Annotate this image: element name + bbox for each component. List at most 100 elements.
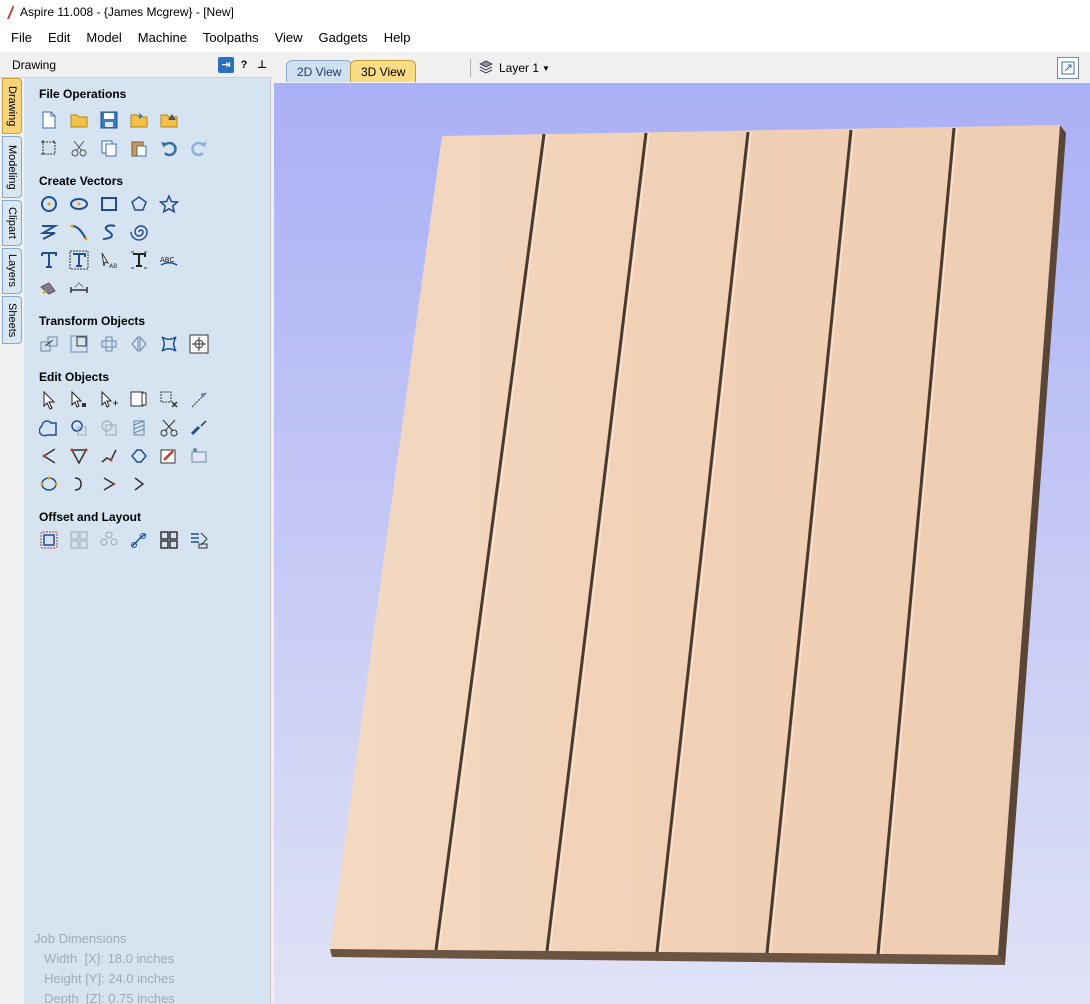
drawing-panel: File Operations Create Vectors AB ABC Tr…	[24, 78, 270, 1004]
undo-icon[interactable]	[158, 137, 180, 159]
layer-dropdown[interactable]: Layer 1 ▼	[470, 57, 550, 79]
select-icon[interactable]	[38, 389, 60, 411]
curve-fit-icon[interactable]	[38, 473, 60, 495]
copy-along-vectors-icon[interactable]	[128, 529, 150, 551]
offset-layout-row	[38, 529, 218, 551]
tab-drawing[interactable]: Drawing	[2, 78, 22, 134]
draw-ellipse-icon[interactable]	[68, 193, 90, 215]
section-file-operations: File Operations	[39, 87, 127, 101]
bracket-close-icon[interactable]	[68, 473, 90, 495]
copy-icon[interactable]	[98, 137, 120, 159]
weld-icon[interactable]	[38, 417, 60, 439]
align-icon[interactable]	[98, 333, 120, 355]
delete-vector-icon[interactable]	[158, 389, 180, 411]
join-vectors-icon[interactable]	[98, 445, 120, 467]
import-vectors-icon[interactable]	[128, 109, 150, 131]
draw-text-icon[interactable]	[38, 249, 60, 271]
overlap-icon[interactable]	[128, 417, 150, 439]
node-edit-icon[interactable]	[68, 389, 90, 411]
move-icon[interactable]	[38, 333, 60, 355]
job-width: Width [X]: 18.0 inches	[44, 951, 175, 966]
step-close-icon[interactable]	[128, 473, 150, 495]
menu-model[interactable]: Model	[78, 24, 129, 52]
board-3d-render	[330, 125, 1066, 965]
tab-clipart-label: Clipart	[6, 207, 18, 239]
nest-parts-icon[interactable]	[188, 529, 210, 551]
transform-mode-icon[interactable]	[98, 389, 120, 411]
job-height: Height [Y]: 24.0 inches	[44, 971, 175, 986]
cut-icon[interactable]	[68, 137, 90, 159]
draw-star-icon[interactable]	[158, 193, 180, 215]
angle-close-icon[interactable]	[98, 473, 120, 495]
section-create-vectors: Create Vectors	[39, 174, 124, 188]
save-file-icon[interactable]	[98, 109, 120, 131]
text-arc-icon[interactable]: ABC	[158, 249, 180, 271]
draw-spline-icon[interactable]	[98, 221, 120, 243]
menu-machine[interactable]: Machine	[130, 24, 195, 52]
draw-polygon-icon[interactable]	[128, 193, 150, 215]
tab-sheets-label: Sheets	[6, 302, 18, 338]
tab-2d-view[interactable]: 2D View	[286, 60, 353, 82]
scale-icon[interactable]	[68, 333, 90, 355]
dimensions-icon[interactable]	[38, 277, 60, 299]
tab-modeling-label: Modeling	[6, 144, 18, 190]
tab-clipart[interactable]: Clipart	[2, 200, 22, 246]
menu-view[interactable]: View	[267, 24, 311, 52]
draw-spiral-icon[interactable]	[128, 221, 150, 243]
tab-sheets[interactable]: Sheets	[2, 296, 22, 344]
fillet-icon[interactable]	[188, 417, 210, 439]
auto-layout-text-icon[interactable]	[68, 249, 90, 271]
menu-toolpaths[interactable]: Toolpaths	[195, 24, 267, 52]
3d-viewport[interactable]	[274, 83, 1090, 1004]
open-file-icon[interactable]	[68, 109, 90, 131]
draw-polyline-icon[interactable]	[38, 221, 60, 243]
window-mode-icon[interactable]	[1057, 57, 1079, 79]
tab-modeling[interactable]: Modeling	[2, 136, 22, 198]
trace-bitmap-icon[interactable]	[188, 445, 210, 467]
layer-name: Layer 1	[499, 61, 540, 75]
extend-icon[interactable]	[38, 445, 60, 467]
draw-rectangle-icon[interactable]	[98, 193, 120, 215]
subtract-icon[interactable]	[68, 417, 90, 439]
panel-header: Drawing ⇥ ? ⊥	[0, 52, 272, 78]
close-vector-icon[interactable]	[68, 445, 90, 467]
dock-panel-icon[interactable]: ⇥	[218, 56, 234, 73]
text-on-curve-icon[interactable]: AB	[98, 249, 120, 271]
menu-file[interactable]: File	[3, 24, 40, 52]
draw-circle-icon[interactable]	[38, 193, 60, 215]
center-icon[interactable]	[188, 333, 210, 355]
import-bitmap-icon[interactable]	[158, 109, 180, 131]
job-setup-icon[interactable]	[38, 137, 60, 159]
measure-icon[interactable]	[68, 277, 90, 299]
nesting-icon[interactable]	[158, 529, 180, 551]
new-file-icon[interactable]	[38, 109, 60, 131]
pin-icon[interactable]: ⊥	[254, 57, 270, 73]
interactive-trim-icon[interactable]	[128, 389, 150, 411]
text-bend-icon[interactable]	[128, 249, 150, 271]
toolbar-separator	[470, 59, 471, 77]
trim-scissors-icon[interactable]	[158, 417, 180, 439]
paste-icon[interactable]	[128, 137, 150, 159]
draw-curve-icon[interactable]	[68, 221, 90, 243]
distort-icon[interactable]	[158, 333, 180, 355]
draw-tangent-icon[interactable]	[188, 389, 210, 411]
array-copy-icon[interactable]	[68, 529, 90, 551]
circular-copy-icon[interactable]	[98, 529, 120, 551]
window-title: Aspire 11.008 - {James Mcgrew} - [New]	[20, 5, 234, 19]
intersect-icon[interactable]	[98, 417, 120, 439]
tab-3d-view[interactable]: 3D View	[350, 60, 417, 82]
menu-help[interactable]: Help	[376, 24, 419, 52]
chevron-down-icon: ▼	[542, 63, 550, 73]
tab-layers[interactable]: Layers	[2, 248, 22, 294]
mirror-icon[interactable]	[128, 333, 150, 355]
help-button[interactable]: ?	[236, 57, 252, 73]
edit-objects-row-2	[38, 417, 218, 439]
layers-icon	[478, 59, 494, 77]
menu-gadgets[interactable]: Gadgets	[311, 24, 376, 52]
smooth-vector-icon[interactable]	[128, 445, 150, 467]
redo-icon[interactable]	[188, 137, 210, 159]
create-bitmap-icon[interactable]	[158, 445, 180, 467]
menu-edit[interactable]: Edit	[40, 24, 78, 52]
file-operations-row-1	[38, 109, 188, 131]
offset-icon[interactable]	[38, 529, 60, 551]
